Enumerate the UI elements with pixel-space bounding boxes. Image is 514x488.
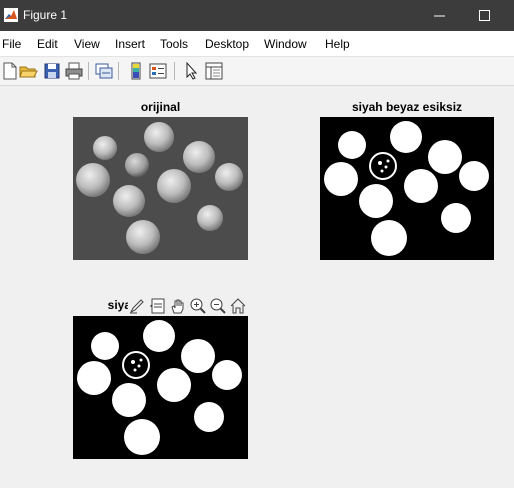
axes-binary-3[interactable]: [73, 316, 248, 459]
menu-desktop[interactable]: Desktop: [205, 37, 249, 51]
axes-original-image[interactable]: [73, 117, 248, 260]
open-file-button[interactable]: [18, 61, 38, 81]
coins-binary-image: [320, 117, 494, 260]
legend-icon: [149, 63, 167, 79]
edit-plot-button[interactable]: [182, 61, 202, 81]
pan-icon: [171, 299, 184, 314]
menu-edit[interactable]: Edit: [37, 37, 58, 51]
new-figure-icon: [3, 62, 17, 80]
matlab-app-icon: [4, 8, 18, 22]
zoom-in-button[interactable]: [189, 297, 207, 315]
coins-binary-image-3: [73, 316, 248, 459]
property-inspector-button[interactable]: [204, 61, 224, 81]
minimize-icon: [434, 15, 445, 17]
axes-toolbar: [128, 296, 248, 316]
title-bar: Figure 1: [0, 0, 514, 31]
save-button[interactable]: [42, 61, 62, 81]
link-plot-icon: [95, 63, 113, 79]
home-button[interactable]: [229, 297, 247, 315]
print-icon: [65, 62, 83, 80]
menu-bar: File Edit View Insert Tools Desktop Wind…: [0, 31, 514, 57]
coins-grayscale-image: [73, 117, 248, 260]
menu-tools[interactable]: Tools: [160, 37, 188, 51]
menu-file[interactable]: File: [2, 37, 21, 51]
save-icon: [44, 63, 60, 79]
menu-window[interactable]: Window: [264, 37, 307, 51]
window-title: Figure 1: [23, 8, 68, 22]
link-plot-button[interactable]: [94, 61, 114, 81]
maximize-button[interactable]: [463, 0, 507, 31]
open-file-icon: [19, 66, 38, 78]
zoom-out-button[interactable]: [209, 297, 227, 315]
pan-button[interactable]: [169, 297, 187, 315]
zoom-in-icon: [190, 298, 206, 314]
legend-button[interactable]: [148, 61, 168, 81]
toolbar-separator: [174, 62, 175, 80]
axes-title-binary-3: siya: [107, 298, 131, 312]
maximize-icon: [479, 10, 490, 21]
brush-icon: [129, 299, 144, 314]
menu-insert[interactable]: Insert: [115, 37, 145, 51]
minimize-button[interactable]: [418, 0, 462, 31]
axes-title-binary-no-threshold: siyah beyaz esiksiz: [351, 100, 463, 114]
colorbar-button[interactable]: [126, 61, 146, 81]
data-tips-icon: [150, 298, 165, 314]
edit-plot-icon: [186, 61, 198, 80]
toolbar-separator: [88, 62, 89, 80]
toolbar-separator: [118, 62, 119, 80]
menu-view[interactable]: View: [74, 37, 100, 51]
property-inspector-icon: [205, 62, 223, 80]
figure-toolbar: [0, 57, 514, 86]
colorbar-icon: [131, 62, 141, 80]
menu-help[interactable]: Help: [325, 37, 350, 51]
print-button[interactable]: [64, 61, 84, 81]
axes-title-original: orijinal: [140, 100, 181, 114]
new-figure-button[interactable]: [0, 61, 20, 81]
zoom-out-icon: [210, 298, 226, 314]
axes-binary-no-threshold[interactable]: [320, 117, 494, 260]
brush-button[interactable]: [128, 297, 146, 315]
data-tips-button[interactable]: [149, 297, 167, 315]
home-icon: [230, 298, 246, 314]
